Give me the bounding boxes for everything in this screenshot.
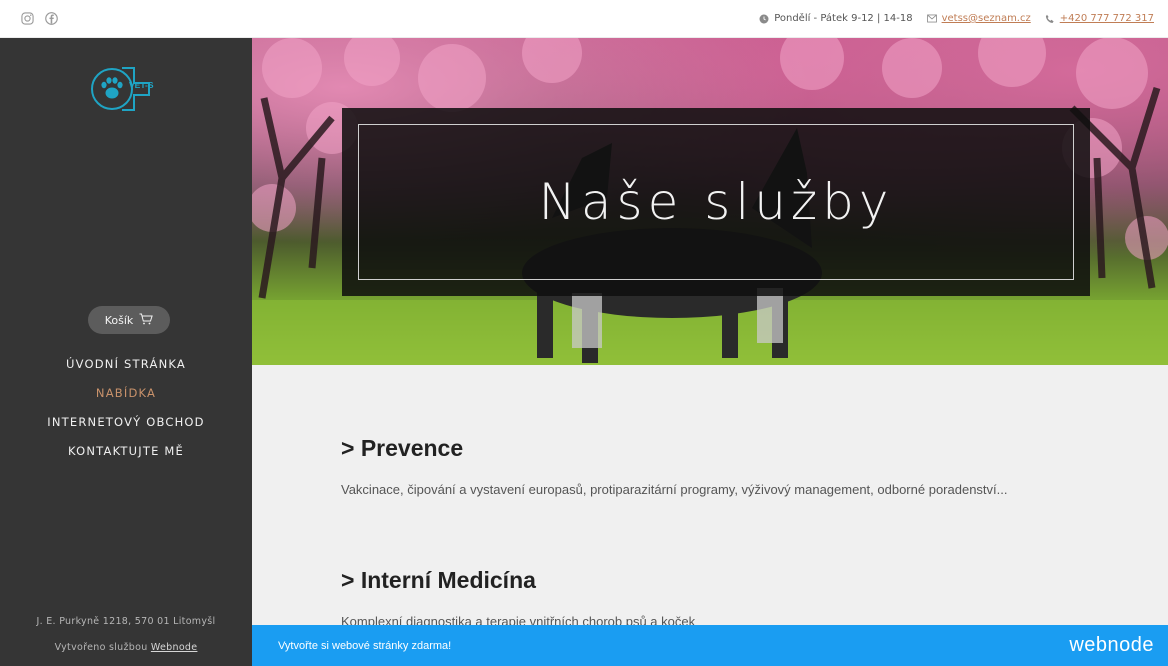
phone-icon: [1045, 14, 1055, 24]
nav-item-home[interactable]: ÚVODNÍ STRÁNKA: [0, 354, 252, 383]
opening-hours-text: Pondělí - Pátek 9-12 | 14-18: [774, 13, 913, 24]
main-navigation: ÚVODNÍ STRÁNKA NABÍDKA INTERNETOVÝ OBCHO…: [0, 354, 252, 470]
webnode-promo-banner[interactable]: Vytvořte si webové stránky zdarma! webno…: [252, 625, 1168, 666]
webnode-link[interactable]: Webnode: [151, 642, 198, 653]
phone-info: +420 777 772 317: [1045, 13, 1154, 24]
hero-banner: Naše služby: [252, 38, 1168, 365]
cart-button[interactable]: Košík: [88, 306, 170, 334]
logo-text: VET-S: [129, 80, 154, 90]
sidebar: VET-S Košík ÚVODNÍ STRÁNKA NABÍDKA INTER…: [0, 38, 252, 666]
contact-info: Pondělí - Pátek 9-12 | 14-18 vetss@sezna…: [759, 13, 1154, 24]
email-info: vetss@seznam.cz: [926, 13, 1031, 24]
section-heading-prevention: > Prevence: [341, 435, 464, 461]
email-link[interactable]: vetss@seznam.cz: [942, 13, 1031, 24]
services-content: > Prevence Vakcinace, čipování a vystave…: [252, 365, 1168, 625]
section-text-internal-medicine: Komplexní diagnostika a terapie vnitřníc…: [341, 614, 696, 625]
top-bar: Pondělí - Pátek 9-12 | 14-18 vetss@sezna…: [0, 0, 1168, 38]
nav-item-contact[interactable]: KONTAKTUJTE MĚ: [0, 441, 252, 470]
hero-title-box: Naše služby: [342, 108, 1090, 296]
cart-icon: [139, 313, 154, 328]
webnode-logo[interactable]: webnode: [1069, 634, 1154, 657]
section-heading-internal-medicine: > Interní Medicína: [341, 567, 536, 593]
clock-icon: [759, 14, 769, 24]
phone-link[interactable]: +420 777 772 317: [1060, 13, 1154, 24]
cart-label: Košík: [104, 313, 134, 327]
facebook-icon[interactable]: [44, 12, 58, 26]
nav-item-offer[interactable]: NABÍDKA: [0, 383, 252, 412]
section-text-prevention: Vakcinace, čipování a vystavení europasů…: [341, 482, 1008, 497]
promo-message[interactable]: Vytvořte si webové stránky zdarma!: [278, 640, 451, 652]
social-links: [20, 12, 58, 26]
page-title: Naše služby: [538, 173, 894, 231]
made-by: Vytvořeno službou Webnode: [0, 642, 252, 653]
instagram-icon[interactable]: [20, 12, 34, 26]
vet-s-logo[interactable]: VET-S: [88, 62, 172, 116]
made-by-prefix: Vytvořeno službou: [54, 642, 148, 653]
paw-icon: [101, 77, 123, 99]
mail-icon: [926, 14, 937, 24]
opening-hours: Pondělí - Pátek 9-12 | 14-18: [759, 13, 913, 24]
address: J. E. Purkyně 1218, 570 01 Litomyšl: [36, 616, 216, 627]
nav-item-eshop[interactable]: INTERNETOVÝ OBCHOD: [0, 412, 252, 441]
